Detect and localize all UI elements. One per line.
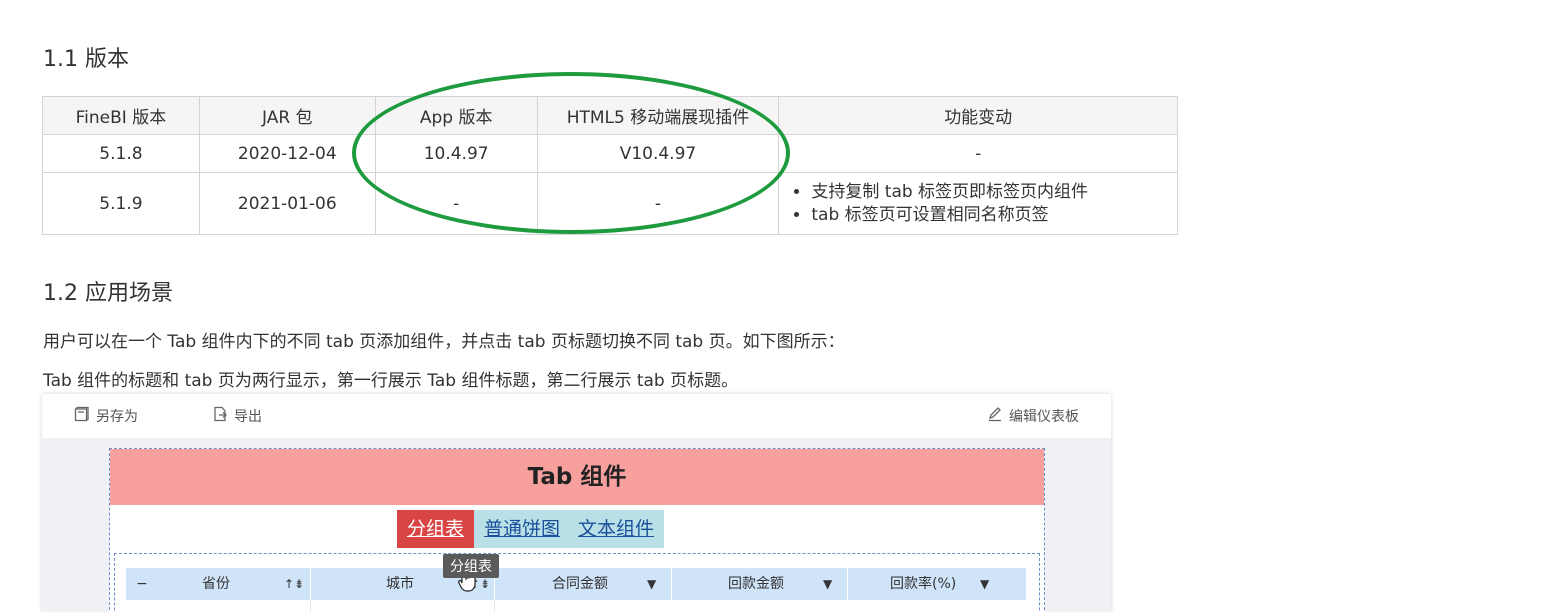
col-html5-plugin: HTML5 移动端展现插件 xyxy=(536,96,780,135)
group-table-widget: − 省份 ↑⇟ 城市 ↑⇟ 合同金额 ▼ 回款金额 ▼ 回款率(%) ▼ xyxy=(114,553,1040,612)
dashboard-toolbar: 另存为 导出 编辑仪表板 xyxy=(42,394,1111,438)
collapse-toggle[interactable]: − xyxy=(136,568,148,600)
header-payment-amount: 回款金额 xyxy=(728,576,784,592)
tab-component-title: Tab 组件 xyxy=(110,449,1044,505)
tab-pie-chart[interactable]: 普通饼图 xyxy=(474,510,571,548)
col-finebi-version: FineBI 版本 xyxy=(42,96,200,135)
change-list: 支持复制 tab 标签页即标签页内组件 tab 标签页可设置相同名称页签 xyxy=(789,181,1177,227)
export-icon xyxy=(212,406,228,426)
header-payment-rate: 回款率(%) xyxy=(890,576,957,592)
table-row: 5.1.8 2020-12-04 10.4.97 V10.4.97 - xyxy=(42,134,1178,173)
tab-text-component[interactable]: 文本组件 xyxy=(570,510,665,548)
cell-app: - xyxy=(374,172,538,235)
header-province: 省份 xyxy=(202,576,230,592)
column-divider xyxy=(671,568,672,600)
column-divider xyxy=(847,568,848,600)
cell-finebi: 5.1.9 xyxy=(42,172,200,235)
cell-jar: 2020-12-04 xyxy=(198,134,376,173)
version-table: FineBI 版本 JAR 包 App 版本 HTML5 移动端展现插件 功能变… xyxy=(42,96,1178,235)
tab-component: Tab 组件 分组表 普通饼图 文本组件 − 省份 ↑⇟ 城市 ↑⇟ 合同金额 … xyxy=(109,448,1045,612)
table-body xyxy=(126,600,1026,612)
tab-tooltip: 分组表 xyxy=(443,554,499,578)
column-divider xyxy=(310,600,311,612)
save-as-label: 另存为 xyxy=(96,409,138,425)
col-jar: JAR 包 xyxy=(198,96,376,135)
edit-dashboard-button[interactable]: 编辑仪表板 xyxy=(987,406,1079,426)
paragraph: Tab 组件的标题和 tab 页为两行显示，第一行展示 Tab 组件标题，第二行… xyxy=(43,371,739,391)
pencil-icon xyxy=(987,406,1003,426)
edit-dashboard-label: 编辑仪表板 xyxy=(1009,409,1079,425)
save-as-button[interactable]: 另存为 xyxy=(74,406,138,426)
section-title-version: 1.1 版本 xyxy=(43,47,129,72)
cell-app: 10.4.97 xyxy=(374,134,538,173)
cell-jar: 2021-01-06 xyxy=(198,172,376,235)
col-feature-change: 功能变动 xyxy=(778,96,1178,135)
cell-html5: - xyxy=(536,172,780,235)
cell-html5: V10.4.97 xyxy=(536,134,780,173)
cell-change-list: 支持复制 tab 标签页即标签页内组件 tab 标签页可设置相同名称页签 xyxy=(778,172,1178,235)
dashboard-screenshot: 另存为 导出 编辑仪表板 Tab 组件 分组表 普通饼图 文本组件 − 省份 ↑… xyxy=(42,394,1111,612)
table-header-row: FineBI 版本 JAR 包 App 版本 HTML5 移动端展现插件 功能变… xyxy=(42,96,1178,135)
list-item: 支持复制 tab 标签页即标签页内组件 xyxy=(811,181,1177,204)
export-button[interactable]: 导出 xyxy=(212,406,262,426)
filter-icon[interactable]: ▼ xyxy=(647,568,656,600)
column-divider xyxy=(310,568,311,600)
tab-group-table[interactable]: 分组表 xyxy=(397,510,475,548)
filter-icon[interactable]: ▼ xyxy=(980,568,989,600)
export-label: 导出 xyxy=(234,409,262,425)
col-app-version: App 版本 xyxy=(374,96,538,135)
cell-change: - xyxy=(778,134,1178,173)
header-contract-amount: 合同金额 xyxy=(552,576,608,592)
paragraph: 用户可以在一个 Tab 组件内下的不同 tab 页添加组件，并点击 tab 页标… xyxy=(43,332,845,352)
filter-icon[interactable]: ▼ xyxy=(823,568,832,600)
sort-icon[interactable]: ↑⇟ xyxy=(284,568,304,600)
header-city: 城市 xyxy=(386,576,414,592)
section-title-scenario: 1.2 应用场景 xyxy=(43,281,173,306)
table-header: − 省份 ↑⇟ 城市 ↑⇟ 合同金额 ▼ 回款金额 ▼ 回款率(%) ▼ xyxy=(126,568,1026,600)
list-item: tab 标签页可设置相同名称页签 xyxy=(811,204,1177,227)
table-row: 5.1.9 2021-01-06 - - 支持复制 tab 标签页即标签页内组件… xyxy=(42,172,1178,235)
column-divider xyxy=(494,600,495,612)
save-icon xyxy=(74,406,90,426)
cell-finebi: 5.1.8 xyxy=(42,134,200,173)
tab-bar: 分组表 普通饼图 文本组件 xyxy=(397,510,665,548)
